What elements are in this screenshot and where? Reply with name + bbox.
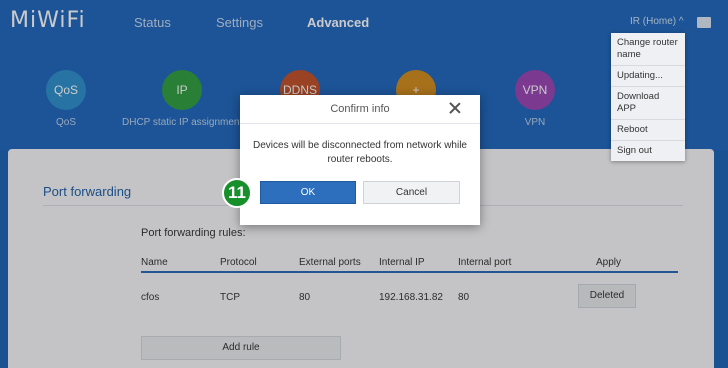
menu-item-updating[interactable]: Updating... [611,66,685,87]
dialog-title: Confirm info [330,103,390,115]
step-number-badge: 11 [222,178,252,208]
dialog-divider [240,123,480,124]
user-dropdown-menu: Change router name Updating... Download … [611,33,685,161]
menu-item-sign-out[interactable]: Sign out [611,141,685,161]
close-icon[interactable] [448,101,462,115]
menu-item-reboot[interactable]: Reboot [611,120,685,141]
menu-item-change-router-name[interactable]: Change router name [611,33,685,66]
ok-button[interactable]: OK [260,181,356,204]
confirm-dialog: Confirm info Devices will be disconnecte… [240,95,480,225]
cancel-button[interactable]: Cancel [363,181,460,204]
dialog-message: Devices will be disconnected from networ… [253,140,467,165]
menu-item-download-app[interactable]: Download APP [611,87,685,120]
